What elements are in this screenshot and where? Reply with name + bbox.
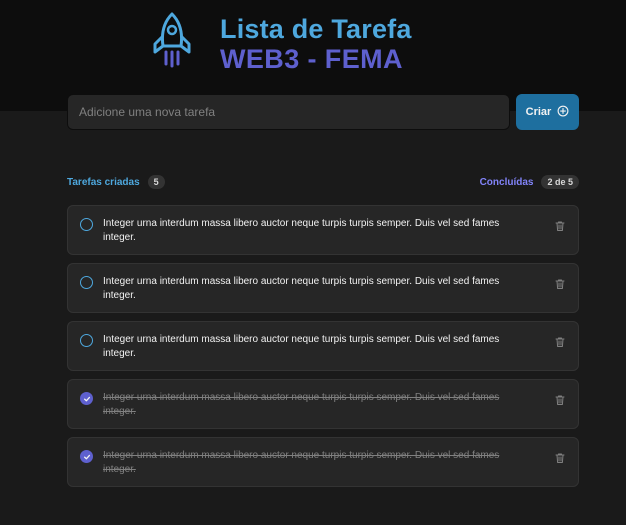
create-button-label: Criar [525,106,552,118]
trash-icon[interactable] [554,220,566,232]
rocket-icon [150,12,194,68]
task-item: Integer urna interdum massa libero aucto… [67,263,579,313]
trash-icon[interactable] [554,452,566,464]
plus-circle-icon [557,105,569,120]
trash-icon[interactable] [554,394,566,406]
task-text: Integer urna interdum massa libero aucto… [103,334,500,359]
task-checkbox[interactable] [80,450,93,463]
task-text: Integer urna interdum massa libero aucto… [103,218,500,243]
task-item: Integer urna interdum massa libero aucto… [67,205,579,255]
task-item: Integer urna interdum massa libero aucto… [67,321,579,371]
task-text: Integer urna interdum massa libero aucto… [103,450,500,475]
check-icon [83,454,90,459]
created-count-badge: 5 [147,175,165,189]
task-item: Integer urna interdum massa libero aucto… [67,379,579,429]
trash-icon[interactable] [554,336,566,348]
task-checkbox[interactable] [80,218,93,231]
task-checkbox[interactable] [80,276,93,289]
task-list: Integer urna interdum massa libero aucto… [67,205,579,495]
task-item: Integer urna interdum massa libero aucto… [67,437,579,487]
task-checkbox[interactable] [80,392,93,405]
created-label: Tarefas criadas [67,176,140,188]
new-task-input[interactable] [67,94,510,130]
task-counters: Tarefas criadas 5 Concluídas 2 de 5 [67,175,579,189]
done-count-badge: 2 de 5 [541,175,579,189]
app-title: Lista de Tarefa [220,14,412,44]
create-button[interactable]: Criar [516,94,579,130]
task-checkbox[interactable] [80,334,93,347]
task-text: Integer urna interdum massa libero aucto… [103,392,500,417]
done-label: Concluídas [479,176,534,188]
task-text: Integer urna interdum massa libero aucto… [103,276,500,301]
done-counter: Concluídas 2 de 5 [480,175,579,189]
app-subtitle: WEB3 - FEMA [220,44,403,74]
trash-icon[interactable] [554,278,566,290]
check-icon [83,396,90,401]
created-counter: Tarefas criadas 5 [67,175,165,189]
